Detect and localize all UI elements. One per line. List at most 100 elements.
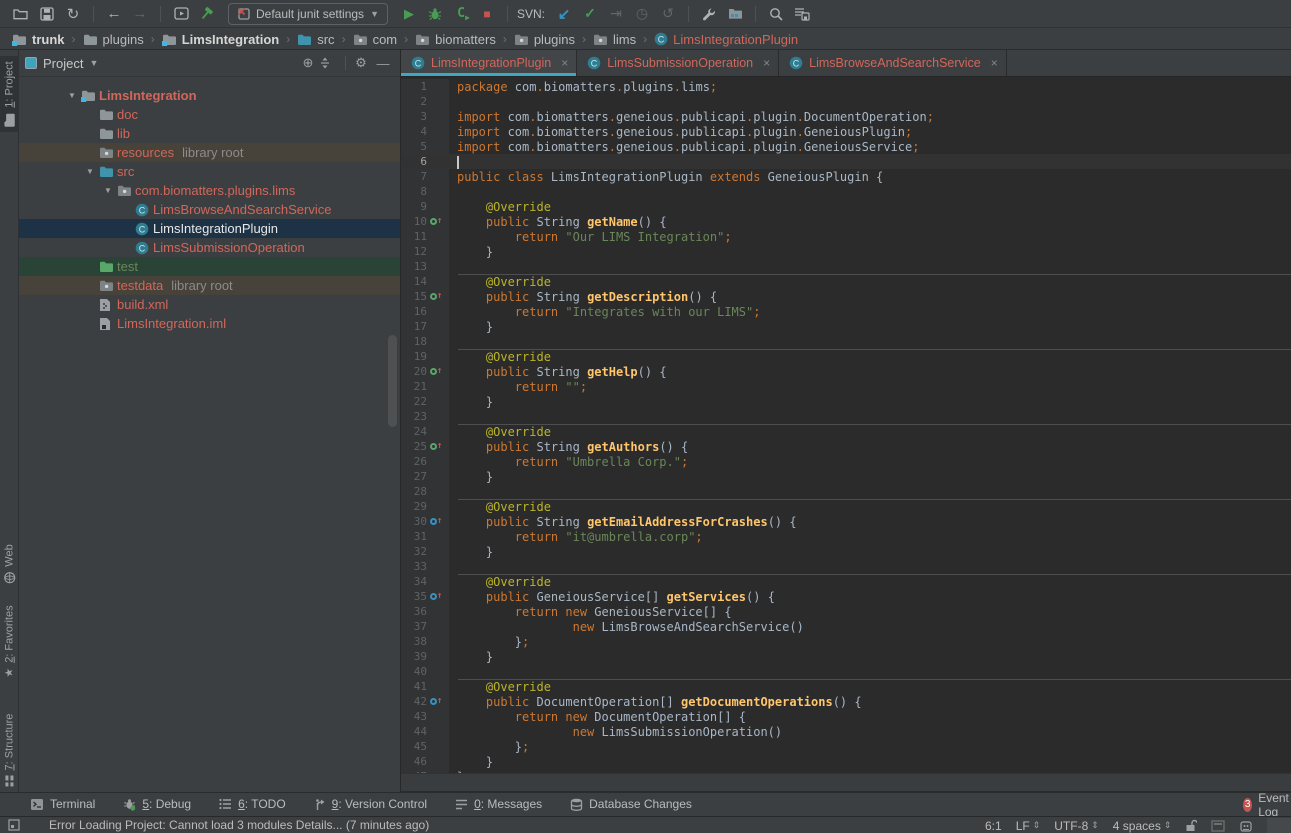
breadcrumb-item[interactable]: LimsIntegration: [160, 32, 282, 47]
breadcrumb-item[interactable]: plugins: [81, 32, 146, 47]
toolwindow-button-debug[interactable]: 5: Debug: [123, 797, 191, 811]
tool-stripe-7-structure[interactable]: 7: Structure: [0, 702, 19, 798]
breadcrumb-label: lims: [613, 32, 636, 47]
junit-config-icon: [237, 7, 250, 20]
hide-panel-button[interactable]: —: [372, 56, 394, 71]
tree-row[interactable]: LimsIntegration.iml: [19, 314, 400, 333]
tree-row[interactable]: ▼com.biomatters.plugins.lims: [19, 181, 400, 200]
status-widgets: 6:1 LF⇕ UTF-8⇕ 4 spaces⇕ 351 of 18: [985, 817, 1291, 833]
toolwindow-button-todo[interactable]: 6: TODO: [219, 797, 286, 811]
event-log-button[interactable]: 3Event Log: [1243, 793, 1291, 816]
tree-row[interactable]: doc: [19, 105, 400, 124]
breadcrumb-item[interactable]: trunk: [10, 32, 67, 47]
run-configuration-select[interactable]: Default junit settings▼: [228, 3, 388, 25]
overriding-method-gutter-icon[interactable]: ↑: [430, 697, 442, 706]
tool-stripe-1-project[interactable]: 1: Project: [0, 56, 19, 132]
vcs-rollback-icon: ↺: [662, 5, 674, 22]
breadcrumb-item[interactable]: CLimsIntegrationPlugin: [652, 32, 800, 47]
vcs-compare-button[interactable]: ⇥: [604, 3, 628, 25]
close-icon[interactable]: ×: [763, 56, 770, 70]
project-scrollbar[interactable]: [388, 335, 397, 427]
tree-row[interactable]: test: [19, 257, 400, 276]
overriding-method-gutter-icon[interactable]: ↑: [430, 592, 442, 601]
build-hammer-button[interactable]: [195, 3, 219, 25]
tree-row[interactable]: resourceslibrary root: [19, 143, 400, 162]
back-arrow-button[interactable]: ←: [102, 3, 126, 25]
close-icon[interactable]: ×: [991, 56, 998, 70]
project-structure-button[interactable]: [723, 3, 747, 25]
toolwindow-button-database-changes[interactable]: Database Changes: [570, 797, 692, 811]
close-icon[interactable]: ×: [561, 56, 568, 70]
tree-row[interactable]: CLimsSubmissionOperation: [19, 238, 400, 257]
open-project-button[interactable]: [9, 3, 33, 25]
collapse-all-button[interactable]: [319, 57, 341, 69]
gear-icon[interactable]: ⚙: [350, 55, 372, 71]
code-editor[interactable]: 1package com.biomatters.plugins.lims;23i…: [401, 77, 1291, 773]
save-settings-button[interactable]: [790, 3, 814, 25]
toolwindow-button-messages[interactable]: 0: Messages: [455, 797, 542, 811]
chevron-down-icon[interactable]: ▼: [89, 58, 98, 68]
code-line: 11 return "Our LIMS Integration";: [401, 229, 1291, 244]
tree-row[interactable]: testdatalibrary root: [19, 276, 400, 295]
folder-src-icon: [99, 165, 114, 178]
overriding-method-gutter-icon[interactable]: ↑: [430, 517, 442, 526]
line-ending-widget[interactable]: LF⇕: [1016, 819, 1041, 833]
editor-tab[interactable]: CLimsIntegrationPlugin×: [401, 50, 577, 76]
expand-arrow-icon[interactable]: ▼: [81, 167, 99, 176]
tool-stripe-web[interactable]: Web: [0, 538, 19, 590]
debug-bug-button[interactable]: [423, 3, 447, 25]
line-number: 36: [401, 604, 427, 619]
tree-row[interactable]: build.xml: [19, 295, 400, 314]
web-globe-icon: [4, 572, 16, 584]
overriding-method-gutter-icon[interactable]: ↑: [430, 217, 442, 226]
editor-tab[interactable]: CLimsSubmissionOperation×: [577, 50, 779, 76]
expand-arrow-icon[interactable]: ▼: [63, 91, 81, 100]
vcs-rollback-button[interactable]: ↺: [656, 3, 680, 25]
expand-arrow-icon[interactable]: ▼: [99, 186, 117, 195]
overriding-method-gutter-icon[interactable]: ↑: [430, 367, 442, 376]
settings-wrench-button[interactable]: [697, 3, 721, 25]
indent-widget[interactable]: 4 spaces⇕: [1113, 819, 1172, 833]
overriding-method-gutter-icon[interactable]: ↑: [430, 292, 442, 301]
tree-row[interactable]: CLimsBrowseAndSearchService: [19, 200, 400, 219]
tool-window-quick-access-icon[interactable]: [8, 819, 21, 831]
line-number: 4: [401, 124, 427, 139]
breadcrumb-item[interactable]: com: [351, 32, 400, 47]
memory-indicator[interactable]: 351 of 18: [1267, 818, 1291, 833]
tree-row[interactable]: CLimsIntegrationPlugin: [19, 219, 400, 238]
breadcrumb-label: plugins: [534, 32, 575, 47]
tree-row[interactable]: ▼LimsIntegration: [19, 86, 400, 105]
tree-row[interactable]: ▼src: [19, 162, 400, 181]
breadcrumb-item[interactable]: biomatters: [413, 32, 498, 47]
code-line: 22 }: [401, 394, 1291, 409]
encoding-widget[interactable]: UTF-8⇕: [1054, 819, 1099, 833]
package-folder-icon: [514, 33, 529, 46]
save-all-button[interactable]: [35, 3, 59, 25]
run-coverage-button[interactable]: C▶: [449, 3, 473, 25]
search-everywhere-button[interactable]: [764, 3, 788, 25]
synchronize-button[interactable]: ↻: [61, 3, 85, 25]
breadcrumb-item[interactable]: lims: [591, 32, 638, 47]
run-play-button[interactable]: ▶: [397, 3, 421, 25]
vcs-update-button[interactable]: ↙: [552, 3, 576, 25]
lock-icon[interactable]: [1185, 819, 1197, 832]
vcs-commit-button[interactable]: ✓: [578, 3, 602, 25]
caret-position-widget[interactable]: 6:1: [985, 819, 1002, 833]
vcs-history-button[interactable]: ◷: [630, 3, 654, 25]
code-line: 46 }: [401, 754, 1291, 769]
editor-tab[interactable]: CLimsBrowseAndSearchService×: [779, 50, 1007, 76]
overriding-method-gutter-icon[interactable]: ↑: [430, 442, 442, 451]
forward-arrow-button[interactable]: →: [128, 3, 152, 25]
tree-row[interactable]: lib: [19, 124, 400, 143]
toolwindow-button-version-control[interactable]: 9: Version Control: [314, 797, 427, 811]
stop-square-button[interactable]: ■: [475, 3, 499, 25]
frame-icon[interactable]: [1211, 820, 1225, 832]
ide-fatal-errors-icon[interactable]: [1239, 819, 1253, 833]
locate-file-button[interactable]: ⊕: [297, 55, 319, 71]
breadcrumb-item[interactable]: src: [295, 32, 336, 47]
breadcrumb-item[interactable]: plugins: [512, 32, 577, 47]
run-window-button[interactable]: [169, 3, 193, 25]
status-message[interactable]: Error Loading Project: Cannot load 3 mod…: [49, 818, 429, 832]
tool-stripe-2-favorites[interactable]: ★2: Favorites: [0, 596, 19, 686]
toolwindow-button-terminal[interactable]: Terminal: [30, 797, 95, 811]
